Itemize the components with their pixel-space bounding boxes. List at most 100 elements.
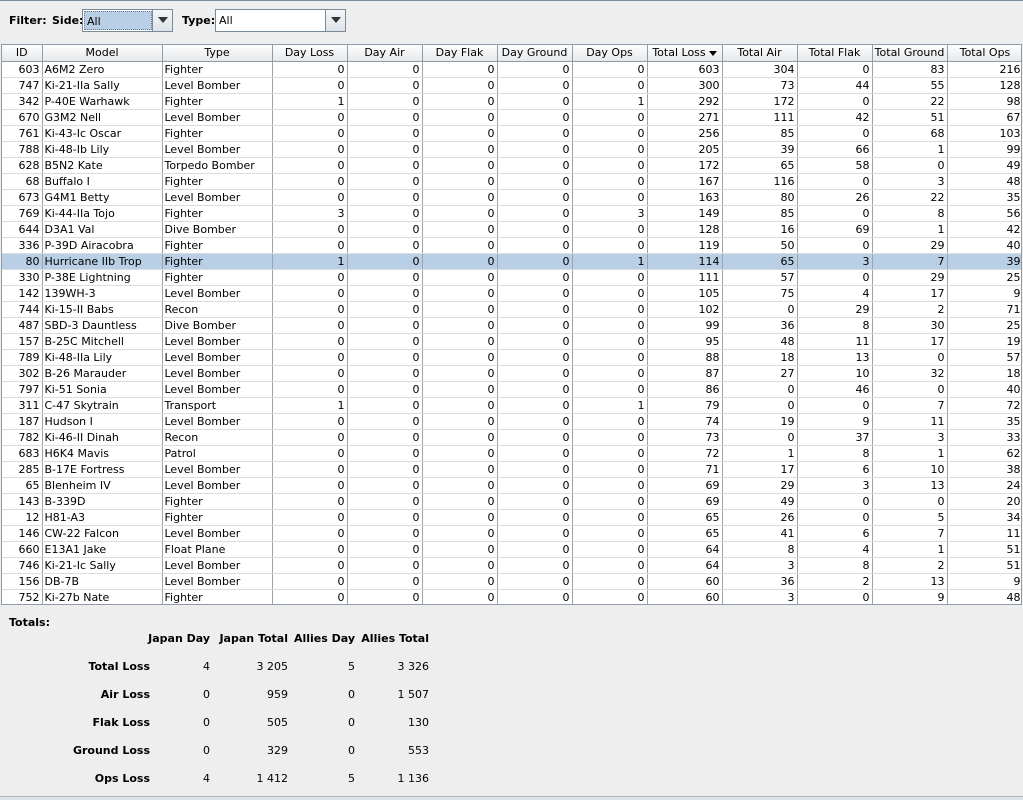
cell-type: Level Bomber: [162, 141, 273, 158]
column-header-total-loss[interactable]: Total Loss: [647, 45, 723, 62]
column-header-day-loss[interactable]: Day Loss: [272, 45, 348, 62]
cell-total-flak: 0: [797, 237, 873, 254]
cell-total-ground: 13: [872, 573, 948, 590]
table-row[interactable]: 670 G3M2 Nell Level Bomber 0 0 0 0 0 271 111 42 51 6…: [2, 109, 1021, 126]
cell-day-air: 0: [347, 157, 423, 174]
table-row[interactable]: 788 Ki-48-Ib Lily Level Bomber 0 0 0 0 0 205 39 66…: [2, 141, 1021, 158]
cell-model: Ki-51 Sonia: [42, 381, 163, 398]
type-combobox[interactable]: All: [215, 9, 346, 32]
column-header-model[interactable]: Model: [42, 45, 163, 62]
cell-id: 302: [2, 365, 43, 382]
table-row[interactable]: 80 Hurricane IIb Trop Fighter 1 0 0 0 1 114 65 3 7 3…: [2, 253, 1021, 270]
cell-day-flak: 0: [422, 333, 498, 350]
cell-total-loss: 73: [647, 429, 723, 446]
table-row[interactable]: 603 A6M2 Zero Fighter 0 0 0 0 0 603 304 0 83 216: [2, 61, 1021, 78]
type-combobox-arrow-button[interactable]: [325, 10, 345, 31]
totals-value-air-loss-allies-day: 0: [348, 688, 355, 701]
cell-id: 644: [2, 221, 43, 238]
table-row[interactable]: 336 P-39D Airacobra Fighter 0 0 0 0 0 119 50 0 29 40: [2, 237, 1021, 254]
cell-total-ops: 9: [947, 573, 1021, 590]
column-header-total-ground[interactable]: Total Ground: [872, 45, 948, 62]
table-row[interactable]: 311 C-47 Skytrain Transport 1 0 0 0 1 79 0 0 7 72: [2, 397, 1021, 414]
cell-total-ground: 83: [872, 61, 948, 78]
table-row[interactable]: 628 B5N2 Kate Torpedo Bomber 0 0 0 0 0 172 65 58 0 4…: [2, 157, 1021, 174]
table-row[interactable]: 660 E13A1 Jake Float Plane 0 0 0 0 0 64 8 4 1 51: [2, 541, 1021, 558]
table-row[interactable]: 782 Ki-46-II Dinah Recon 0 0 0 0 0 73 0 37 3 33: [2, 429, 1021, 446]
cell-model: G4M1 Betty: [42, 189, 163, 206]
column-header-total-flak[interactable]: Total Flak: [797, 45, 873, 62]
cell-id: 311: [2, 397, 43, 414]
side-combobox-arrow-button[interactable]: [152, 10, 172, 31]
cell-total-ground: 29: [872, 269, 948, 286]
table-row[interactable]: 683 H6K4 Mavis Patrol 0 0 0 0 0 72 1 8 1 62: [2, 445, 1021, 462]
cell-day-ground: 0: [497, 237, 573, 254]
table-row[interactable]: 789 Ki-48-IIa Lily Level Bomber 0 0 0 0 0 88 18 13…: [2, 349, 1021, 366]
table-row[interactable]: 187 Hudson I Level Bomber 0 0 0 0 0 74 19 9 11 35: [2, 413, 1021, 430]
cell-day-loss: 1: [272, 93, 348, 110]
column-header-id[interactable]: ID: [2, 45, 43, 62]
cell-model: B-26 Marauder: [42, 365, 163, 382]
table-row[interactable]: 746 Ki-21-Ic Sally Level Bomber 0 0 0 0 0 64 3 8 2 5…: [2, 557, 1021, 574]
table-row[interactable]: 65 Blenheim IV Level Bomber 0 0 0 0 0 69 29 3 13 24: [2, 477, 1021, 494]
cell-day-air: 0: [347, 509, 423, 526]
table-row[interactable]: 752 Ki-27b Nate Fighter 0 0 0 0 0 60 3 0 9 48: [2, 589, 1021, 604]
table-row[interactable]: 156 DB-7B Level Bomber 0 0 0 0 0 60 36 2 13 9: [2, 573, 1021, 590]
column-header-day-ground[interactable]: Day Ground: [497, 45, 573, 62]
table-row[interactable]: 157 B-25C Mitchell Level Bomber 0 0 0 0 0 95 48 11…: [2, 333, 1021, 350]
table-row[interactable]: 330 P-38E Lightning Fighter 0 0 0 0 0 111 57 0 29 25: [2, 269, 1021, 286]
cell-model: B-17E Fortress: [42, 461, 163, 478]
table-row[interactable]: 146 CW-22 Falcon Level Bomber 0 0 0 0 0 65 41 6 7 11: [2, 525, 1021, 542]
cell-day-air: 0: [347, 189, 423, 206]
cell-id: 603: [2, 61, 43, 78]
cell-total-ground: 1: [872, 141, 948, 158]
table-row[interactable]: 285 B-17E Fortress Level Bomber 0 0 0 0 0 71 17 6 1…: [2, 461, 1021, 478]
cell-total-loss: 300: [647, 77, 723, 94]
table-row[interactable]: 644 D3A1 Val Dive Bomber 0 0 0 0 0 128 16 69 1 42: [2, 221, 1021, 238]
cell-day-ops: 0: [572, 77, 648, 94]
column-header-total-ops[interactable]: Total Ops: [947, 45, 1021, 62]
table-row[interactable]: 744 Ki-15-II Babs Recon 0 0 0 0 0 102 0 29 2 71: [2, 301, 1021, 318]
table-row[interactable]: 487 SBD-3 Dauntless Dive Bomber 0 0 0 0 0 99 36 8 3…: [2, 317, 1021, 334]
cell-total-flak: 0: [797, 589, 873, 604]
losses-table-container[interactable]: ID Model Type Day Loss Day Air Day Flak Day Gr…: [1, 44, 1022, 605]
cell-total-loss: 149: [647, 205, 723, 222]
column-header-type[interactable]: Type: [162, 45, 273, 62]
column-header-total-air[interactable]: Total Air: [722, 45, 798, 62]
cell-total-ground: 11: [872, 413, 948, 430]
table-row[interactable]: 142 139WH-3 Level Bomber 0 0 0 0 0 105 75 4 17 9: [2, 285, 1021, 302]
cell-day-loss: 0: [272, 349, 348, 366]
column-header-day-ops[interactable]: Day Ops: [572, 45, 648, 62]
cell-total-ops: 48: [947, 589, 1021, 604]
cell-day-ground: 0: [497, 445, 573, 462]
cell-total-loss: 603: [647, 61, 723, 78]
table-row[interactable]: 673 G4M1 Betty Level Bomber 0 0 0 0 0 163 80 26 22 3…: [2, 189, 1021, 206]
table-row[interactable]: 302 B-26 Marauder Level Bomber 0 0 0 0 0 87 27 10 3…: [2, 365, 1021, 382]
cell-type: Level Bomber: [162, 381, 273, 398]
table-row[interactable]: 12 H81-A3 Fighter 0 0 0 0 0 65 26 0 5 34: [2, 509, 1021, 526]
sort-descending-icon: [708, 50, 717, 56]
column-header-label: Day Ground: [501, 46, 568, 60]
cell-day-ops: 0: [572, 125, 648, 142]
table-row[interactable]: 747 Ki-21-IIa Sally Level Bomber 0 0 0 0 0 300 73…: [2, 77, 1021, 94]
cell-total-air: 116: [722, 173, 798, 190]
cell-day-ground: 0: [497, 461, 573, 478]
cell-day-ground: 0: [497, 285, 573, 302]
cell-total-air: 0: [722, 301, 798, 318]
cell-model: H81-A3: [42, 509, 163, 526]
cell-type: Fighter: [162, 589, 273, 604]
table-row[interactable]: 769 Ki-44-IIa Tojo Fighter 3 0 0 0 3 149 85 0 8 56: [2, 205, 1021, 222]
cell-total-flak: 8: [797, 317, 873, 334]
side-combobox[interactable]: All: [82, 9, 173, 32]
cell-day-ground: 0: [497, 525, 573, 542]
cell-day-air: 0: [347, 221, 423, 238]
column-header-label: ID: [15, 46, 28, 60]
cell-day-ground: 0: [497, 141, 573, 158]
table-row[interactable]: 342 P-40E Warhawk Fighter 1 0 0 0 1 292 172 0 22 98: [2, 93, 1021, 110]
column-header-day-flak[interactable]: Day Flak: [422, 45, 498, 62]
column-header-day-air[interactable]: Day Air: [347, 45, 423, 62]
table-row[interactable]: 68 Buffalo I Fighter 0 0 0 0 0 167 116 0 3 48: [2, 173, 1021, 190]
table-row[interactable]: 143 B-339D Fighter 0 0 0 0 0 69 49 0 0 20: [2, 493, 1021, 510]
table-row[interactable]: 797 Ki-51 Sonia Level Bomber 0 0 0 0 0 86 0 46 0 40: [2, 381, 1021, 398]
table-row[interactable]: 761 Ki-43-Ic Oscar Fighter 0 0 0 0 0 256 85 0 68 103: [2, 125, 1021, 142]
cell-day-loss: 0: [272, 477, 348, 494]
